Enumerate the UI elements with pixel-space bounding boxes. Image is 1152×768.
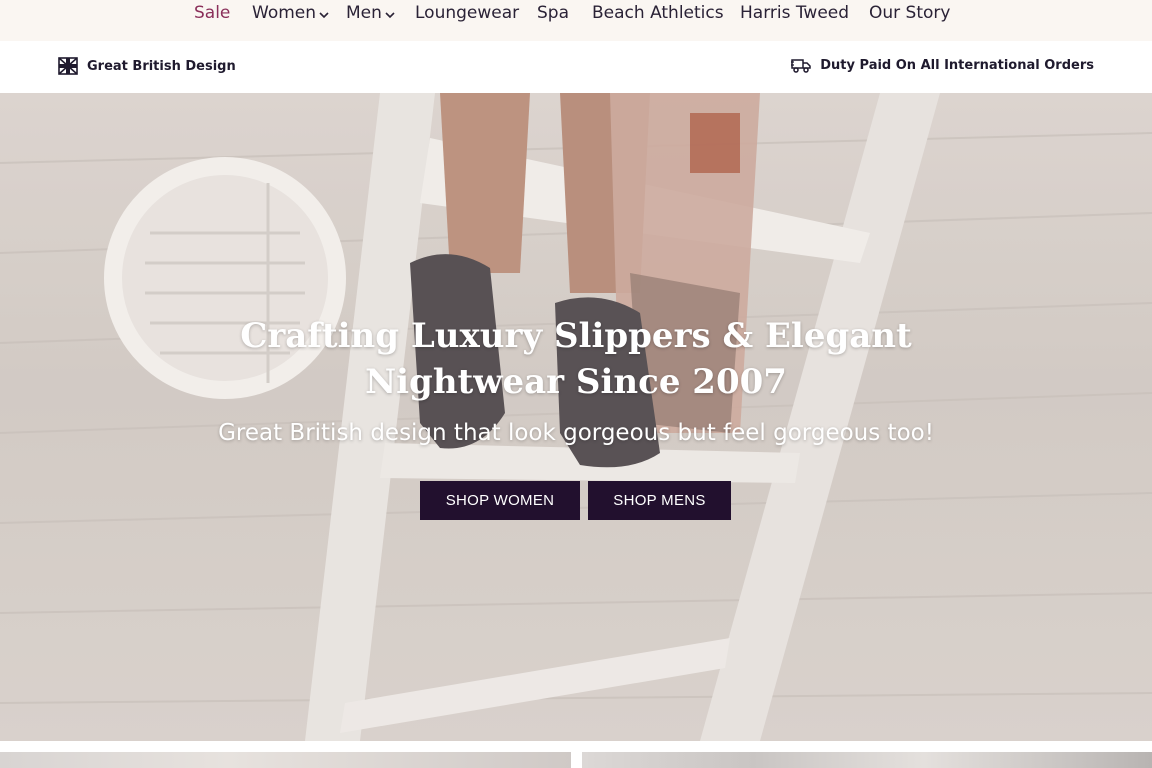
nav-item-sale[interactable]: Sale xyxy=(194,3,230,23)
nav-item-women[interactable]: Women xyxy=(252,3,330,23)
hero-title-line-2: Nightwear Since 2007 xyxy=(365,362,787,402)
shop-mens-button[interactable]: SHOP MENS xyxy=(588,481,731,520)
nav-item-label: Men xyxy=(346,3,382,23)
nav-item-label: Our Story xyxy=(869,3,951,23)
usp-left-text: Great British Design xyxy=(87,58,236,74)
shop-women-button[interactable]: SHOP WOMEN xyxy=(420,481,580,520)
chevron-down-icon xyxy=(319,12,329,19)
hero-subtitle: Great British design that look gorgeous … xyxy=(218,420,934,446)
category-tile-left[interactable] xyxy=(0,752,571,768)
nav-item-label: Beach Athletics xyxy=(592,3,724,23)
hero-banner: Crafting Luxury Slippers & Elegant Night… xyxy=(0,93,1152,741)
nav-item-spa[interactable]: Spa xyxy=(537,3,569,23)
nav-item-men[interactable]: Men xyxy=(346,3,396,23)
hero-background-image xyxy=(0,93,1152,741)
usp-great-british-design: Great British Design xyxy=(58,57,236,75)
delivery-truck-icon xyxy=(791,59,811,73)
chevron-down-icon xyxy=(385,12,395,19)
nav-item-loungewear[interactable]: Loungewear xyxy=(415,3,519,23)
nav-item-label: Loungewear xyxy=(415,3,520,23)
union-jack-flag-icon xyxy=(58,57,78,75)
nav-item-label: Women xyxy=(252,3,317,23)
main-navigation: Sale Women Men Loungewear Spa Beach Athl… xyxy=(0,0,1152,41)
nav-item-harris-tweed[interactable]: Harris Tweed xyxy=(740,3,849,23)
usp-duty-paid: Duty Paid On All International Orders xyxy=(791,57,1094,73)
nav-item-our-story[interactable]: Our Story xyxy=(869,3,950,23)
nav-item-label: Sale xyxy=(194,3,231,23)
category-tile-right[interactable] xyxy=(582,752,1152,768)
nav-item-beach-athletics[interactable]: Beach Athletics xyxy=(592,3,724,23)
usp-right-text: Duty Paid On All International Orders xyxy=(820,57,1094,73)
hero-title: Crafting Luxury Slippers & Elegant Night… xyxy=(226,313,926,405)
nav-item-label: Harris Tweed xyxy=(740,3,850,23)
hero-title-line-1: Crafting Luxury Slippers & Elegant xyxy=(240,316,912,356)
usp-bar: Great British Design Duty Paid On All In… xyxy=(0,41,1152,93)
nav-item-label: Spa xyxy=(537,3,569,23)
